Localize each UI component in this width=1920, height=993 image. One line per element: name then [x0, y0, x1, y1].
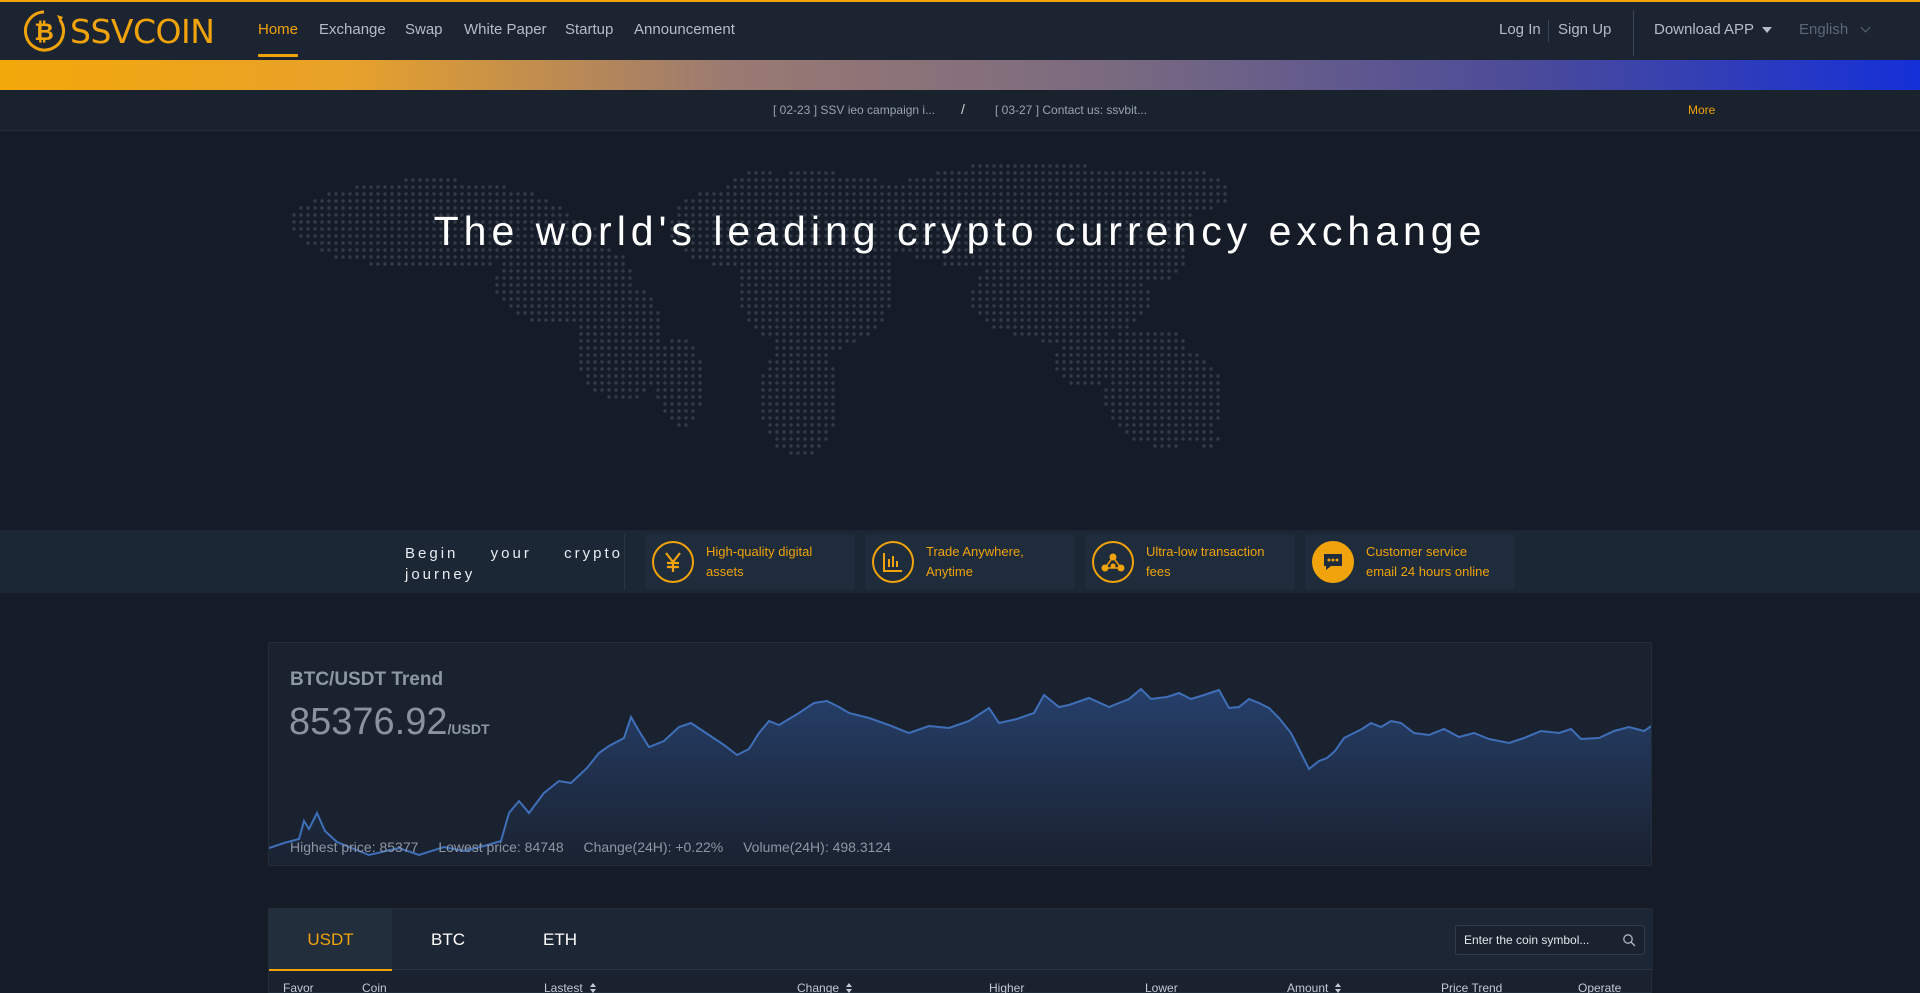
notice-separator: / [961, 101, 965, 117]
download-app-label: Download APP [1654, 21, 1755, 38]
feature-label: Ultra-low transaction fees [1146, 544, 1265, 579]
nav-announcement[interactable]: Announcement [634, 2, 735, 60]
tab-btc[interactable]: BTC [392, 909, 504, 970]
col-higher: Higher [989, 981, 1025, 993]
stat-change: Change(24H): +0.22% [583, 839, 724, 855]
trend-title: BTC/USDT Trend [290, 669, 444, 690]
nav-exchange[interactable]: Exchange [319, 2, 386, 60]
brand-logo[interactable]: ₿ SSVCOIN [20, 9, 215, 53]
bitcoin-icon: ₿ [24, 10, 65, 52]
col-coin: Coin [362, 981, 387, 993]
trend-price: 85376.92/USDT [289, 701, 490, 744]
caret-down-icon [1762, 27, 1773, 34]
features-strip: Begin your crypto journey High-quality d… [0, 530, 1920, 593]
price-trend-chart [269, 687, 1651, 865]
stat-volume: Volume(24H): 498.3124 [743, 839, 891, 855]
divider [624, 534, 625, 590]
divider [1633, 10, 1634, 56]
svg-text:₿: ₿ [34, 18, 54, 46]
feature-label: High-quality digital assets [706, 544, 813, 579]
promo-gradient-banner [0, 60, 1920, 90]
feature-card: Trade Anywhere, Anytime [865, 535, 1075, 589]
col-change[interactable]: Change [797, 981, 853, 993]
notice-bar: [ 02-23 ] SSV ieo campaign i... / [ 03-2… [0, 90, 1920, 131]
col-favor: Favor [283, 981, 314, 993]
coin-search [1455, 925, 1645, 955]
stat-low: Lowest price: 84748 [438, 839, 564, 855]
nav-startup[interactable]: Startup [565, 2, 613, 60]
search-icon[interactable] [1622, 933, 1636, 947]
feature-card: Ultra-low transaction fees [1085, 535, 1295, 589]
features-intro: Begin your crypto journey [405, 545, 623, 583]
stat-high: Highest price: 85377 [290, 839, 419, 855]
feature-label: Trade Anywhere, Anytime [926, 544, 1024, 579]
sort-icon [1335, 983, 1342, 993]
btc-trend-card[interactable]: BTC/USDT Trend 85376.92/USDT Highest pri… [268, 642, 1652, 866]
feature-card: Customer service email 24 hours online [1305, 535, 1515, 589]
language-label: English [1799, 21, 1849, 38]
feature-card: High-quality digital assets [645, 535, 855, 589]
chevron-down-icon [1860, 22, 1871, 33]
hero-banner: The world's leading crypto currency exch… [0, 132, 1920, 530]
yen-icon [652, 541, 694, 583]
nav-swap[interactable]: Swap [405, 2, 443, 60]
notice-more-link[interactable]: More [1688, 103, 1715, 117]
col-amount[interactable]: Amount [1287, 981, 1342, 993]
sort-icon [589, 983, 597, 993]
nav-home[interactable]: Home [258, 2, 299, 60]
login-link[interactable]: Log In [1499, 2, 1541, 60]
brand-name: SSVCOIN [70, 11, 215, 51]
world-map-illustration [292, 164, 1227, 455]
market-table: USDT BTC ETH Favor Coin Lastest Change H… [268, 908, 1653, 993]
notice-item[interactable]: [ 03-27 ] Contact us: ssvbit... [995, 103, 1147, 117]
download-app-menu[interactable]: Download APP [1654, 2, 1773, 60]
tab-eth[interactable]: ETH [504, 909, 616, 970]
hero-title: The world's leading crypto currency exch… [433, 208, 1487, 254]
col-price-trend: Price Trend [1441, 981, 1503, 993]
col-lower: Lower [1145, 981, 1178, 993]
signup-link[interactable]: Sign Up [1558, 2, 1611, 60]
chat-icon [1312, 541, 1354, 583]
language-select[interactable]: English [1799, 2, 1871, 60]
price-unit: /USDT [447, 721, 490, 737]
chart-icon [872, 541, 914, 583]
price-value: 85376.92 [289, 701, 448, 743]
coin-search-input[interactable] [1464, 926, 1614, 954]
col-lastest[interactable]: Lastest [544, 981, 597, 993]
market-tabs: USDT BTC ETH [269, 909, 1653, 971]
sort-icon [846, 983, 853, 993]
nav-white-paper[interactable]: White Paper [464, 2, 547, 60]
feature-label: Customer service email 24 hours online [1366, 544, 1490, 579]
trend-stats: Highest price: 85377 Lowest price: 84748… [290, 839, 907, 855]
network-icon [1092, 541, 1134, 583]
col-operate: Operate [1578, 981, 1622, 993]
notice-item[interactable]: [ 02-23 ] SSV ieo campaign i... [773, 103, 935, 117]
tab-usdt[interactable]: USDT [269, 909, 392, 971]
divider [1548, 20, 1549, 42]
site-header: ₿ SSVCOIN Home Exchange Swap White Paper… [0, 2, 1920, 60]
